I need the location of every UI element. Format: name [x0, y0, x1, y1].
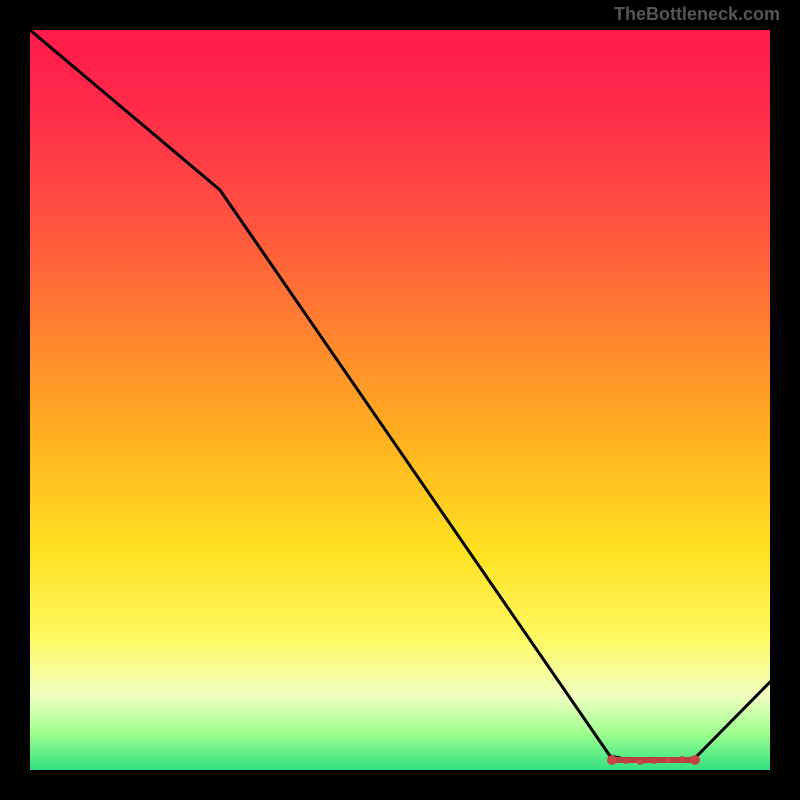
chart-plot-area	[30, 30, 770, 770]
chart-svg	[30, 30, 770, 770]
optimal-range-marker	[607, 755, 700, 765]
chart-curve	[30, 30, 770, 762]
watermark-text: TheBottleneck.com	[614, 4, 780, 25]
